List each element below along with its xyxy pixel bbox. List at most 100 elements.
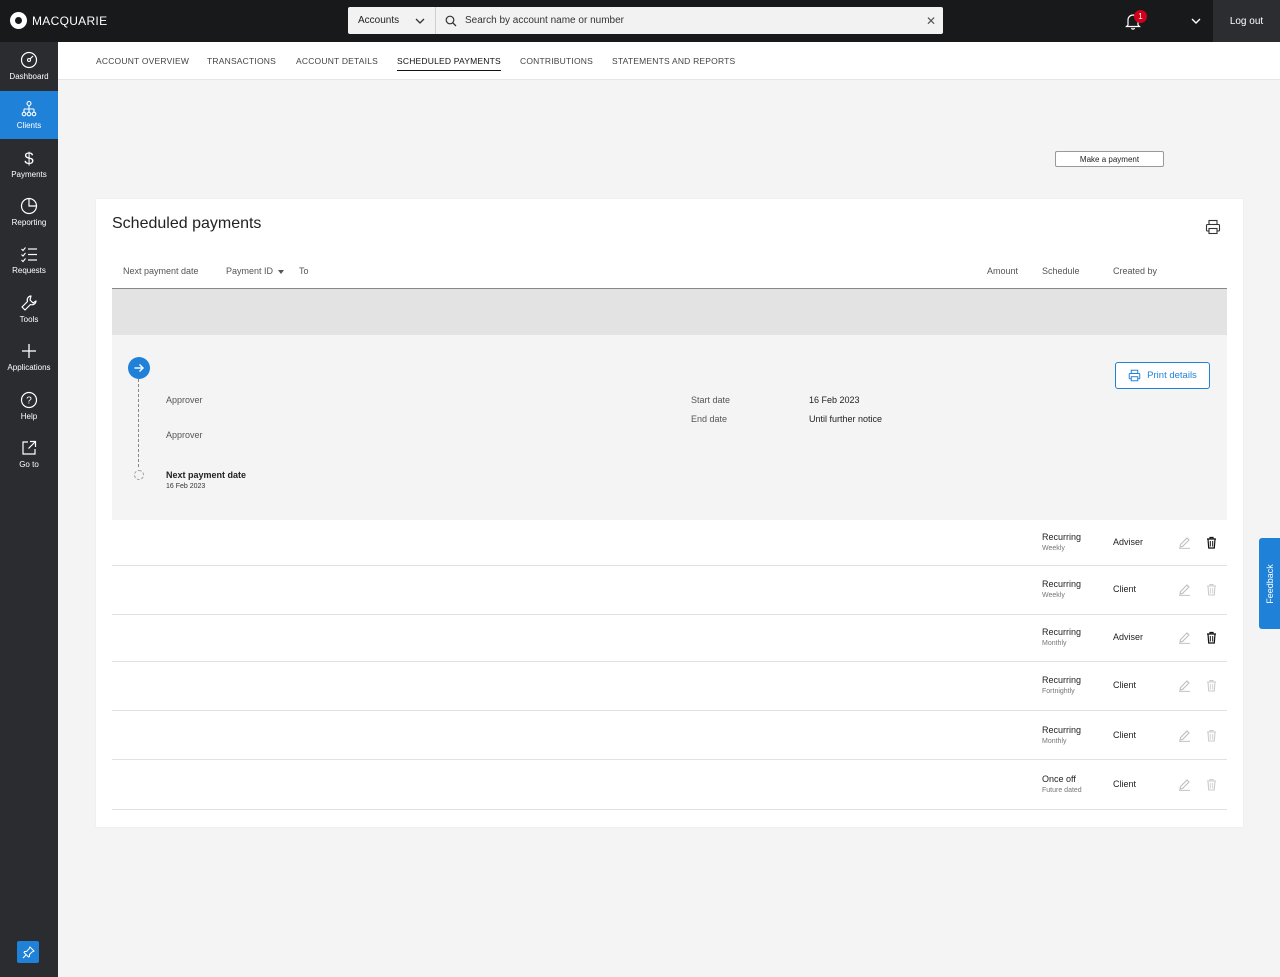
sidebar: Dashboard Clients $ Payments Reporting R… [0,42,58,977]
schedule-frequency: Future dated [1042,787,1082,794]
delete-icon-disabled [1207,583,1216,596]
edit-icon[interactable] [1178,583,1191,596]
make-payment-button[interactable]: Make a payment [1055,151,1164,167]
printer-icon [1128,369,1141,382]
table-row[interactable]: Recurring Weekly Client [112,566,1227,615]
page-title: Scheduled payments [112,215,262,232]
timeline-end-marker [134,470,144,480]
collapse-row-button[interactable] [128,357,150,379]
table-row[interactable]: Recurring Monthly Adviser [112,615,1227,662]
schedule-type: Recurring [1042,579,1082,589]
table-row[interactable]: Recurring Monthly Client [112,711,1227,760]
tab-transactions[interactable]: TRANSACTIONS [207,56,276,66]
wrench-icon [21,295,37,311]
top-bar: MACQUARIE Accounts ✕ 1 Log out [0,0,1280,42]
sidebar-item-label: Tools [19,315,39,324]
schedule-frequency: Weekly [1042,592,1065,599]
search-input[interactable] [457,15,919,26]
macquarie-logo-icon [10,12,27,29]
next-payment-date-value: 16 Feb 2023 [166,483,206,490]
brand-logo[interactable]: MACQUARIE [10,12,107,29]
sidebar-item-label: Payments [11,170,47,179]
clients-icon [21,100,37,117]
edit-icon[interactable] [1178,679,1191,692]
scheduled-payments-card: Scheduled payments Next payment date Pay… [96,199,1243,827]
pin-sidebar-button[interactable] [17,941,39,963]
schedule-type: Recurring [1042,627,1082,637]
schedule-type: Recurring [1042,532,1082,542]
tab-statements-and-reports[interactable]: STATEMENTS AND REPORTS [612,56,735,66]
schedule-type: Recurring [1042,675,1082,685]
created-by: Client [1113,680,1137,690]
column-header-next-payment-date[interactable]: Next payment date [123,266,199,276]
delete-icon-disabled [1207,729,1216,742]
created-by: Client [1113,584,1137,594]
table-row[interactable]: Recurring Fortnightly Client [112,662,1227,711]
sidebar-item-dashboard[interactable]: Dashboard [0,42,58,90]
column-header-schedule[interactable]: Schedule [1042,266,1080,276]
sidebar-item-clients[interactable]: Clients [0,91,58,139]
tab-scheduled-payments[interactable]: SCHEDULED PAYMENTS [397,56,501,71]
brand-name: MACQUARIE [32,13,108,28]
sort-caret-icon [278,269,285,274]
delete-icon[interactable] [1205,631,1218,644]
print-icon[interactable] [1205,219,1221,235]
dollar-icon: $ [24,149,34,167]
pie-chart-icon [20,197,38,215]
tab-account-details[interactable]: ACCOUNT DETAILS [296,56,378,66]
edit-icon[interactable] [1178,778,1191,791]
accounts-select-label: Accounts [358,15,400,26]
table-row-selected[interactable] [112,289,1227,335]
feedback-label: Feedback [1264,563,1275,604]
sidebar-item-go-to[interactable]: Go to [0,430,58,478]
sidebar-item-label: Go to [19,460,39,469]
sidebar-item-applications[interactable]: Applications [0,333,58,381]
sidebar-item-reporting[interactable]: Reporting [0,188,58,236]
approver-label: Approver [166,395,203,405]
edit-icon[interactable] [1178,536,1191,549]
logout-button[interactable]: Log out [1213,0,1280,42]
tab-contributions[interactable]: CONTRIBUTIONS [520,56,593,66]
table-row[interactable]: Once off Future dated Client [112,760,1227,810]
schedule-frequency: Fortnightly [1042,688,1075,695]
sidebar-item-payments[interactable]: $ Payments [0,140,58,188]
user-menu-chevron-icon[interactable] [1190,15,1202,27]
column-header-label: Payment ID [226,266,274,276]
column-header-created-by[interactable]: Created by [1113,266,1157,276]
edit-icon[interactable] [1178,631,1191,644]
pin-icon [22,945,35,958]
help-icon: ? [20,391,38,409]
delete-icon-disabled [1207,778,1216,791]
sidebar-item-label: Help [20,412,38,421]
accounts-select[interactable]: Accounts [348,7,436,34]
timeline-line [138,379,139,467]
plus-icon [22,344,36,358]
table-row[interactable]: Recurring Weekly Adviser [112,520,1227,566]
column-header-to[interactable]: To [299,266,309,276]
end-date-value: Until further notice [809,414,883,424]
schedule-type: Once off [1042,774,1076,784]
sidebar-item-help[interactable]: ? Help [0,382,58,430]
edit-icon[interactable] [1178,729,1191,742]
created-by: Adviser [1113,632,1144,642]
tab-account-overview[interactable]: ACCOUNT OVERVIEW [96,56,189,66]
feedback-tab[interactable]: Feedback [1259,538,1280,629]
clear-search-icon[interactable]: ✕ [919,14,943,28]
sidebar-item-tools[interactable]: Tools [0,285,58,333]
delete-icon[interactable] [1205,536,1218,549]
created-by: Client [1113,779,1137,789]
schedule-frequency: Monthly [1042,738,1067,745]
sidebar-item-label: Dashboard [9,72,49,81]
search-icon [445,15,457,26]
print-details-button[interactable]: Print details [1115,362,1210,389]
column-header-amount[interactable]: Amount [987,266,1018,276]
start-date-label: Start date [691,395,731,405]
sidebar-item-requests[interactable]: Requests [0,236,58,284]
notification-count-badge: 1 [1134,10,1147,23]
start-date-value: 16 Feb 2023 [809,395,860,405]
dashboard-icon [20,51,38,69]
chevron-down-icon [415,18,425,24]
approver-label: Approver [166,430,203,440]
column-header-payment-id[interactable]: Payment ID [226,266,285,276]
created-by: Client [1113,730,1137,740]
